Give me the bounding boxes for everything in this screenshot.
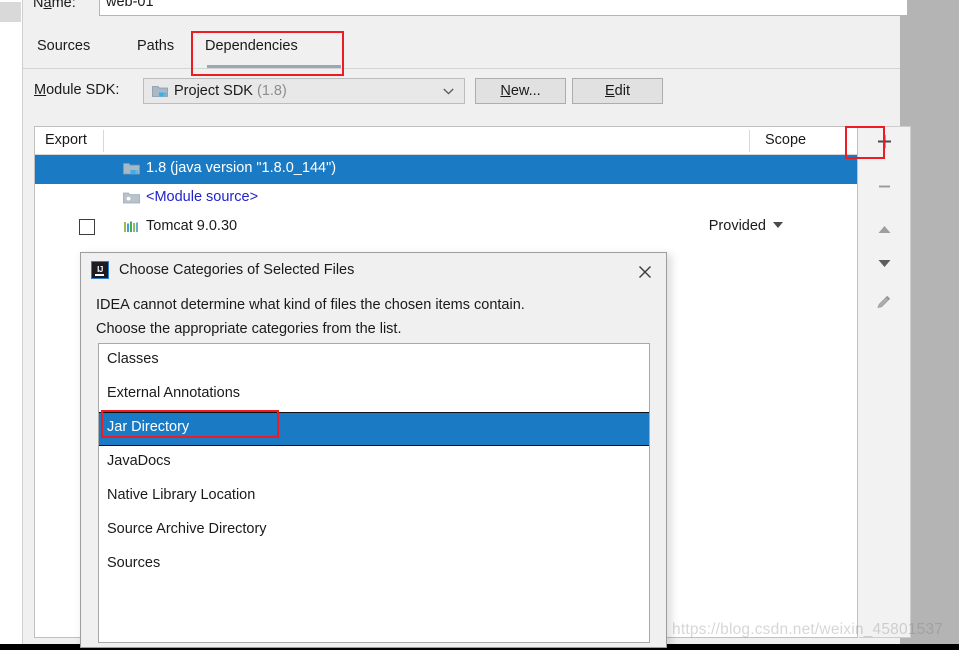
- module-sdk-row: Module SDK: Project SDK (1.8) New... Edi…: [23, 69, 900, 113]
- watermark: https://blog.csdn.net/weixin_45801537: [672, 621, 944, 638]
- module-sdk-value: Project SDK (1.8): [174, 83, 287, 99]
- categories-list[interactable]: Classes External Annotations Jar Directo…: [98, 343, 650, 643]
- module-name-row: Name: web-01: [23, 0, 908, 20]
- list-item-label: Sources: [107, 555, 161, 571]
- scope-value: Provided: [708, 218, 766, 234]
- dialog-message-line-2: Choose the appropriate categories from t…: [96, 321, 402, 337]
- list-item-label: Source Archive Directory: [107, 521, 267, 537]
- module-source-folder-icon: [123, 192, 140, 204]
- list-item[interactable]: JavaDocs: [99, 446, 649, 480]
- table-row[interactable]: <Module source>: [35, 184, 857, 213]
- tab-dependencies[interactable]: Dependencies: [201, 36, 302, 56]
- move-down-button[interactable]: [859, 249, 909, 278]
- list-item[interactable]: External Annotations: [99, 378, 649, 412]
- module-tabs: Sources Paths Dependencies: [23, 22, 900, 69]
- tomcat-icon: [124, 221, 138, 232]
- settings-tree-sliver[interactable]: [0, 0, 23, 646]
- header-divider-2[interactable]: [749, 130, 750, 152]
- list-item-selected[interactable]: Jar Directory: [99, 412, 649, 446]
- list-item-label: External Annotations: [107, 385, 241, 401]
- table-row[interactable]: 1.8 (java version "1.8.0_144"): [35, 155, 857, 184]
- arrow-up-icon: [878, 226, 890, 233]
- chevron-down-icon: [773, 222, 783, 228]
- move-up-button[interactable]: [859, 215, 909, 244]
- module-name-value: web-01: [106, 0, 154, 10]
- edit-button[interactable]: [859, 287, 909, 316]
- tab-paths[interactable]: Paths: [133, 36, 178, 56]
- jdk-folder-icon: [123, 163, 140, 175]
- tab-sources[interactable]: Sources: [33, 36, 94, 56]
- pencil-icon: [877, 295, 891, 308]
- list-item-label: Jar Directory: [107, 419, 190, 435]
- table-row[interactable]: Tomcat 9.0.30 Provided: [35, 213, 857, 242]
- table-row-label: 1.8 (java version "1.8.0_144"): [146, 160, 337, 176]
- remove-button[interactable]: [859, 172, 909, 201]
- plus-icon: [877, 135, 891, 148]
- list-item[interactable]: Native Library Location: [99, 480, 649, 514]
- module-name-input[interactable]: web-01: [99, 0, 908, 16]
- list-item-label: Native Library Location: [107, 487, 256, 503]
- module-sdk-label: Module SDK:: [34, 82, 120, 98]
- header-divider[interactable]: [103, 130, 104, 152]
- arrow-down-icon: [878, 260, 890, 267]
- list-item[interactable]: Classes: [99, 344, 649, 378]
- choose-categories-dialog: IJ Choose Categories of Selected Files I…: [80, 252, 667, 648]
- minus-icon: [878, 185, 890, 188]
- column-header-scope[interactable]: Scope: [765, 132, 806, 148]
- add-button[interactable]: [859, 127, 909, 156]
- list-item[interactable]: Sources: [99, 548, 649, 582]
- dialog-title: Choose Categories of Selected Files: [119, 262, 355, 278]
- table-row-label: <Module source>: [146, 189, 259, 205]
- export-checkbox[interactable]: [79, 219, 95, 235]
- table-row-label: Tomcat 9.0.30: [146, 218, 238, 234]
- module-name-label: Name:: [33, 0, 76, 11]
- list-item[interactable]: Source Archive Directory: [99, 514, 649, 548]
- dependencies-table-header: Export Scope: [35, 127, 857, 155]
- chevron-down-icon: [443, 88, 454, 95]
- intellij-idea-icon: IJ: [91, 261, 109, 279]
- dialog-title-bar: IJ Choose Categories of Selected Files: [81, 253, 666, 291]
- sdk-folder-icon: [152, 86, 168, 97]
- module-sdk-combobox[interactable]: Project SDK (1.8): [143, 78, 465, 104]
- scope-dropdown[interactable]: Provided: [709, 218, 783, 234]
- tab-selection-underline: [207, 65, 341, 68]
- list-item-label: JavaDocs: [107, 453, 171, 469]
- close-icon[interactable]: [634, 261, 656, 283]
- column-header-export[interactable]: Export: [45, 132, 87, 148]
- settings-tree-selected-sliver: [0, 2, 21, 22]
- screenshot-root: Name: web-01 Sources Paths Dependencies …: [0, 0, 959, 650]
- edit-sdk-button[interactable]: Edit: [572, 78, 663, 104]
- list-item-label: Classes: [107, 351, 159, 367]
- new-sdk-button[interactable]: New...: [475, 78, 566, 104]
- dialog-message-line-1: IDEA cannot determine what kind of files…: [96, 297, 525, 313]
- dependencies-toolbar: [859, 126, 911, 638]
